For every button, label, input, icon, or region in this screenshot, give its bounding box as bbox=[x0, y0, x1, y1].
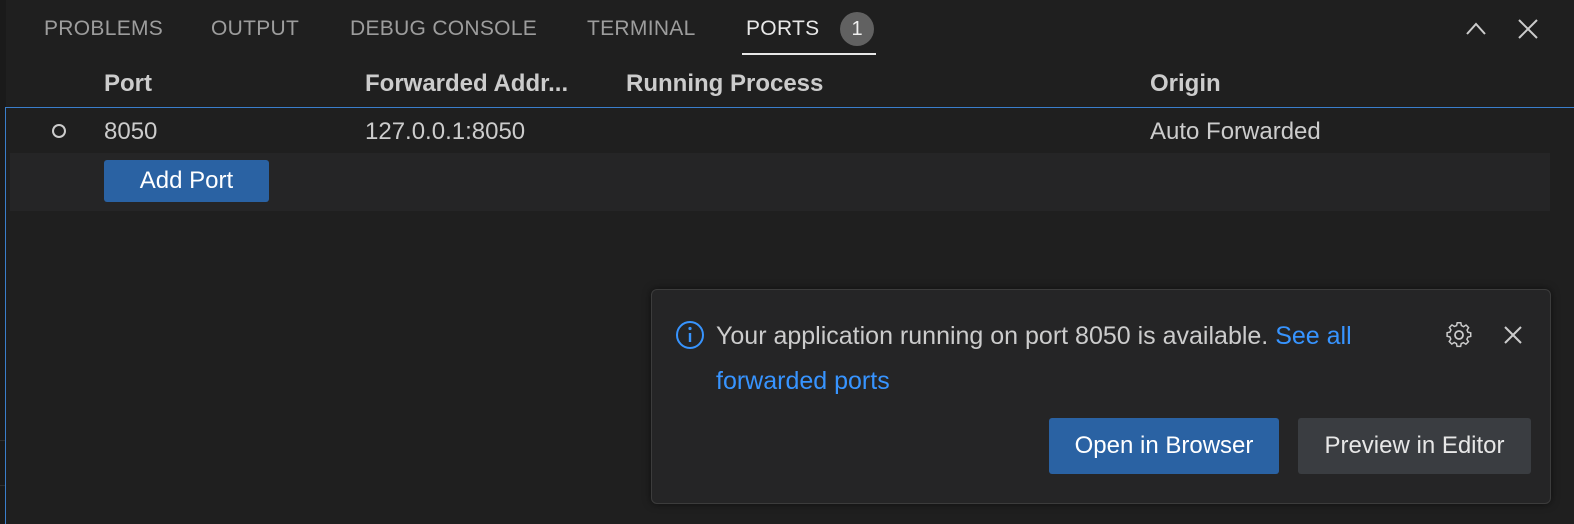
notification-settings-button[interactable] bbox=[1442, 318, 1476, 352]
tab-terminal[interactable]: TERMINAL bbox=[587, 16, 696, 42]
forwarded-address-cell[interactable]: 127.0.0.1:8050 bbox=[365, 118, 525, 146]
notification-message: Your application running on port 8050 is… bbox=[716, 314, 1436, 404]
column-header-origin[interactable]: Origin bbox=[1150, 70, 1221, 98]
ports-count-badge: 1 bbox=[840, 12, 874, 46]
tab-debug-console[interactable]: DEBUG CONSOLE bbox=[350, 16, 537, 42]
circle-outline-icon bbox=[52, 124, 66, 138]
add-port-button[interactable]: Add Port bbox=[104, 160, 269, 202]
active-tab-indicator bbox=[742, 53, 876, 55]
add-port-row: Add Port bbox=[10, 153, 1550, 211]
port-forward-notification: Your application running on port 8050 is… bbox=[651, 289, 1551, 504]
gear-icon bbox=[1446, 322, 1472, 348]
info-icon bbox=[676, 321, 704, 349]
chevron-up-icon bbox=[1466, 22, 1486, 35]
port-cell[interactable]: 8050 bbox=[104, 118, 157, 146]
open-in-browser-button[interactable]: Open in Browser bbox=[1049, 418, 1279, 474]
close-icon bbox=[1504, 326, 1522, 344]
tab-ports[interactable]: PORTS bbox=[746, 16, 819, 42]
notification-close-button[interactable] bbox=[1496, 318, 1530, 352]
close-icon bbox=[1518, 19, 1538, 39]
column-header-running-process[interactable]: Running Process bbox=[626, 70, 823, 98]
tab-output[interactable]: OUTPUT bbox=[211, 16, 299, 42]
ports-table-header: Port Forwarded Addr... Running Process O… bbox=[0, 62, 1574, 106]
origin-cell[interactable]: Auto Forwarded bbox=[1150, 118, 1321, 146]
panel-tab-bar: PROBLEMS OUTPUT DEBUG CONSOLE TERMINAL P… bbox=[0, 0, 1574, 58]
notification-message-text: Your application running on port 8050 is… bbox=[716, 322, 1269, 350]
preview-in-editor-button[interactable]: Preview in Editor bbox=[1298, 418, 1531, 474]
ports-panel: PROBLEMS OUTPUT DEBUG CONSOLE TERMINAL P… bbox=[0, 0, 1574, 524]
tab-problems[interactable]: PROBLEMS bbox=[44, 16, 163, 42]
column-header-port[interactable]: Port bbox=[104, 70, 152, 98]
table-row[interactable]: 8050 127.0.0.1:8050 Auto Forwarded bbox=[6, 110, 1569, 154]
column-header-forwarded-address[interactable]: Forwarded Addr... bbox=[365, 70, 568, 98]
maximize-panel-button[interactable] bbox=[1461, 14, 1491, 44]
close-panel-button[interactable] bbox=[1513, 14, 1543, 44]
